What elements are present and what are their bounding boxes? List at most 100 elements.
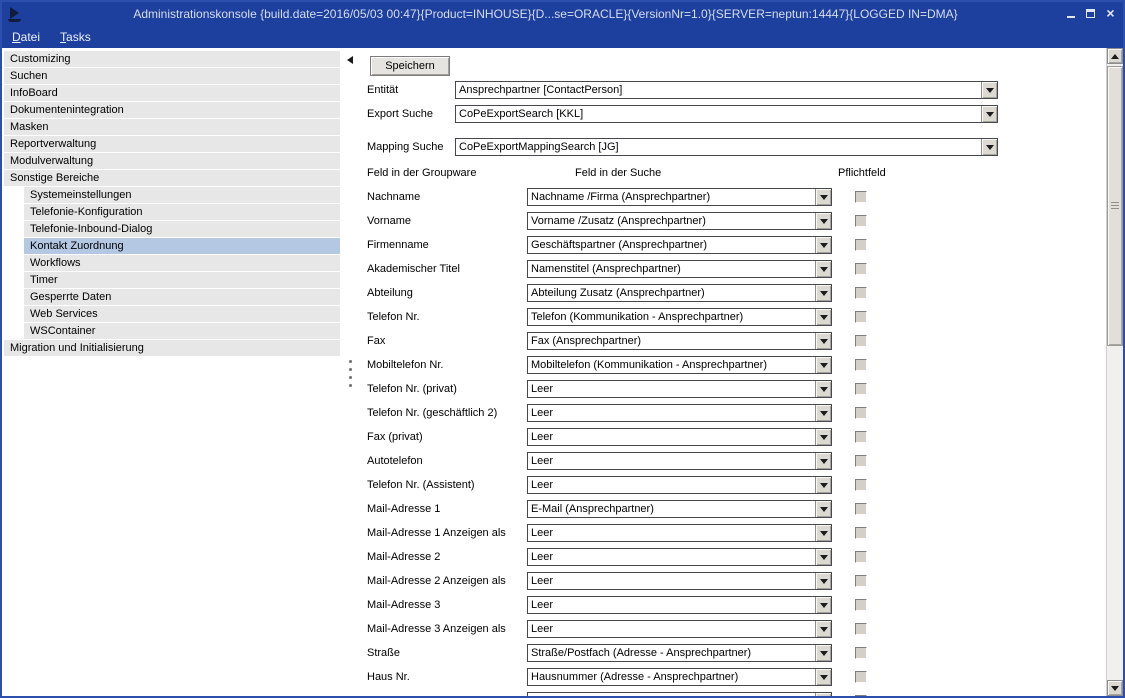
dropdown-arrow-icon[interactable] [815, 645, 831, 661]
mapping-value-select[interactable]: Leer [527, 548, 832, 566]
required-checkbox[interactable] [855, 503, 867, 515]
dropdown-arrow-icon[interactable] [815, 357, 831, 373]
mapping-value-select[interactable]: Leer [527, 452, 832, 470]
mapping-value-select[interactable]: Leer [527, 428, 832, 446]
mapping-value-select[interactable] [527, 692, 832, 696]
mapping-value-select[interactable]: Fax (Ansprechpartner) [527, 332, 832, 350]
sidebar-item-migration-und-initialisierung[interactable]: Migration und Initialisierung [4, 340, 340, 356]
mapping-value-select[interactable]: Vorname /Zusatz (Ansprechpartner) [527, 212, 832, 230]
export-search-select[interactable]: CoPeExportSearch [KKL] [455, 105, 998, 123]
dropdown-arrow-icon[interactable] [815, 477, 831, 493]
required-checkbox[interactable] [855, 599, 867, 611]
dropdown-arrow-icon[interactable] [815, 309, 831, 325]
dropdown-arrow-icon[interactable] [815, 333, 831, 349]
dropdown-arrow-icon[interactable] [815, 381, 831, 397]
sidebar-item-sonstige-bereiche[interactable]: Sonstige Bereiche [4, 170, 340, 186]
mapping-value-select[interactable]: Leer [527, 596, 832, 614]
dropdown-arrow-icon[interactable] [815, 453, 831, 469]
required-checkbox[interactable] [855, 215, 867, 227]
mapping-search-select[interactable]: CoPeExportMappingSearch [JG] [455, 138, 998, 156]
required-checkbox[interactable] [855, 479, 867, 491]
mapping-value-select[interactable]: Straße/Postfach (Adresse - Ansprechpartn… [527, 644, 832, 662]
required-checkbox[interactable] [855, 311, 867, 323]
dropdown-arrow-icon[interactable] [981, 106, 997, 122]
mapping-value-select[interactable]: Leer [527, 476, 832, 494]
sidebar-item-reportverwaltung[interactable]: Reportverwaltung [4, 136, 340, 152]
sidebar-item-workflows[interactable]: Workflows [24, 255, 340, 271]
close-button[interactable]: × [1102, 5, 1119, 21]
sidebar-item-suchen[interactable]: Suchen [4, 68, 340, 84]
vertical-scrollbar[interactable] [1106, 48, 1123, 696]
required-checkbox[interactable] [855, 695, 867, 696]
splitter[interactable] [342, 48, 364, 696]
required-checkbox[interactable] [855, 287, 867, 299]
mapping-value-select[interactable]: Leer [527, 524, 832, 542]
sidebar-item-gesperrte-daten[interactable]: Gesperrte Daten [24, 289, 340, 305]
required-checkbox[interactable] [855, 335, 867, 347]
title-bar[interactable]: Administrationskonsole {build.date=2016/… [2, 2, 1123, 26]
maximize-button[interactable] [1082, 5, 1099, 21]
sidebar-item-dokumentenintegration[interactable]: Dokumentenintegration [4, 102, 340, 118]
dropdown-arrow-icon[interactable] [815, 573, 831, 589]
sidebar-item-telefonie-konfiguration[interactable]: Telefonie-Konfiguration [24, 204, 340, 220]
dropdown-arrow-icon[interactable] [815, 429, 831, 445]
dropdown-arrow-icon[interactable] [981, 82, 997, 98]
dropdown-arrow-icon[interactable] [815, 669, 831, 685]
collapse-left-icon[interactable] [347, 56, 353, 64]
mapping-value-select[interactable]: E-Mail (Ansprechpartner) [527, 500, 832, 518]
required-checkbox[interactable] [855, 359, 867, 371]
required-checkbox[interactable] [855, 407, 867, 419]
dropdown-arrow-icon[interactable] [815, 549, 831, 565]
required-checkbox[interactable] [855, 551, 867, 563]
dropdown-arrow-icon[interactable] [981, 139, 997, 155]
mapping-value-select[interactable]: Hausnummer (Adresse - Ansprechpartner) [527, 668, 832, 686]
dropdown-arrow-icon[interactable] [815, 237, 831, 253]
save-button[interactable]: Speichern [370, 56, 450, 76]
dropdown-arrow-icon[interactable] [815, 501, 831, 517]
menu-item-datei[interactable]: Datei [12, 30, 40, 44]
mapping-value-select[interactable]: Leer [527, 620, 832, 638]
dropdown-arrow-icon[interactable] [815, 525, 831, 541]
mapping-value-select[interactable]: Telefon (Kommunikation - Ansprechpartner… [527, 308, 832, 326]
required-checkbox[interactable] [855, 671, 867, 683]
dropdown-arrow-icon[interactable] [815, 189, 831, 205]
required-checkbox[interactable] [855, 239, 867, 251]
required-checkbox[interactable] [855, 623, 867, 635]
required-checkbox[interactable] [855, 647, 867, 659]
required-checkbox[interactable] [855, 383, 867, 395]
sidebar-item-customizing[interactable]: Customizing [4, 51, 340, 67]
mapping-value-select[interactable]: Geschäftspartner (Ansprechpartner) [527, 236, 832, 254]
required-checkbox[interactable] [855, 455, 867, 467]
sidebar-item-infoboard[interactable]: InfoBoard [4, 85, 340, 101]
mapping-value-select[interactable]: Mobiltelefon (Kommunikation - Ansprechpa… [527, 356, 832, 374]
sidebar-item-systemeinstellungen[interactable]: Systemeinstellungen [24, 187, 340, 203]
dropdown-arrow-icon[interactable] [815, 213, 831, 229]
sidebar-item-masken[interactable]: Masken [4, 119, 340, 135]
scroll-down-button[interactable] [1107, 680, 1123, 696]
sidebar-item-wscontainer[interactable]: WSContainer [24, 323, 340, 339]
sidebar-item-telefonie-inbound-dialog[interactable]: Telefonie-Inbound-Dialog [24, 221, 340, 237]
dropdown-arrow-icon[interactable] [815, 597, 831, 613]
mapping-value-select[interactable]: Namenstitel (Ansprechpartner) [527, 260, 832, 278]
dropdown-arrow-icon[interactable] [815, 405, 831, 421]
mapping-value-select[interactable]: Nachname /Firma (Ansprechpartner) [527, 188, 832, 206]
menu-item-tasks[interactable]: Tasks [60, 30, 91, 44]
sidebar-item-timer[interactable]: Timer [24, 272, 340, 288]
scroll-up-button[interactable] [1107, 48, 1123, 64]
dropdown-arrow-icon[interactable] [815, 693, 831, 696]
minimize-button[interactable] [1062, 5, 1079, 21]
mapping-value-select[interactable]: Leer [527, 380, 832, 398]
dropdown-arrow-icon[interactable] [815, 621, 831, 637]
required-checkbox[interactable] [855, 191, 867, 203]
scrollbar-thumb[interactable] [1107, 66, 1123, 346]
entity-select[interactable]: Ansprechpartner [ContactPerson] [455, 81, 998, 99]
required-checkbox[interactable] [855, 263, 867, 275]
dropdown-arrow-icon[interactable] [815, 285, 831, 301]
dropdown-arrow-icon[interactable] [815, 261, 831, 277]
sidebar-item-web-services[interactable]: Web Services [24, 306, 340, 322]
required-checkbox[interactable] [855, 431, 867, 443]
required-checkbox[interactable] [855, 575, 867, 587]
mapping-value-select[interactable]: Abteilung Zusatz (Ansprechpartner) [527, 284, 832, 302]
mapping-value-select[interactable]: Leer [527, 404, 832, 422]
mapping-value-select[interactable]: Leer [527, 572, 832, 590]
